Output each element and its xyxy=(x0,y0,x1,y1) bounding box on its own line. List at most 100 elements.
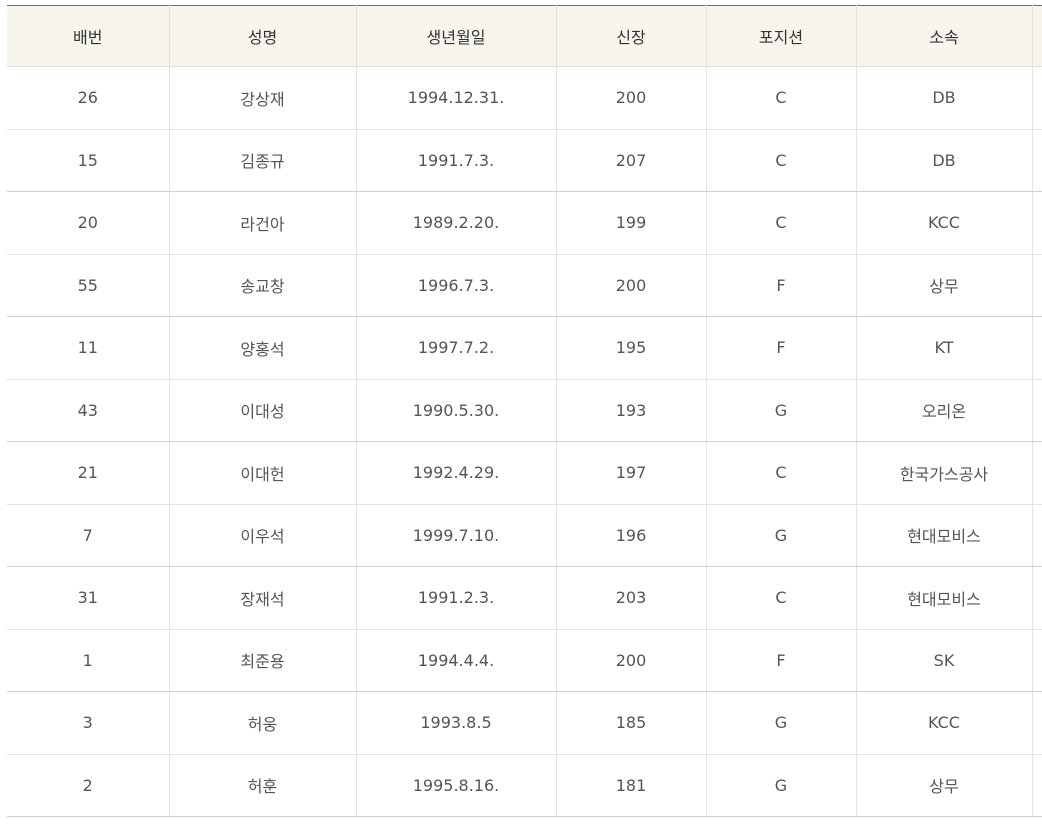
cell-filler xyxy=(1032,191,1042,255)
cell-birthdate: 1996.7.3. xyxy=(356,254,557,317)
cell-number: 2 xyxy=(7,754,170,817)
cell-position: C xyxy=(706,191,857,255)
cell-number: 3 xyxy=(7,691,170,755)
cell-name: 이우석 xyxy=(169,504,357,567)
cell-position: G xyxy=(706,691,857,755)
cell-number: 15 xyxy=(7,129,170,192)
cell-height: 185 xyxy=(556,691,707,755)
cell-birthdate: 1994.4.4. xyxy=(356,629,557,692)
cell-team: 오리온 xyxy=(856,379,1033,442)
cell-name: 이대성 xyxy=(169,379,357,442)
roster-table: 배번 성명 생년월일 신장 포지션 소속 26 강상재 1994.12.31. 200… xyxy=(7,5,1042,817)
header-name: 성명 xyxy=(169,5,357,67)
cell-team: 상무 xyxy=(856,254,1033,317)
cell-filler xyxy=(1032,254,1042,317)
cell-name: 허웅 xyxy=(169,691,357,755)
table-row: 7 이우석 1999.7.10. 196 G 현대모비스 xyxy=(7,504,1042,567)
table-row: 11 양홍석 1997.7.2. 195 F KT xyxy=(7,316,1042,380)
cell-number: 11 xyxy=(7,316,170,380)
cell-number: 31 xyxy=(7,566,170,630)
cell-team: SK xyxy=(856,629,1033,692)
table-header: 배번 성명 생년월일 신장 포지션 소속 xyxy=(7,5,1042,67)
cell-team: 한국가스공사 xyxy=(856,441,1033,505)
cell-position: F xyxy=(706,629,857,692)
cell-filler xyxy=(1032,316,1042,380)
cell-birthdate: 1991.2.3. xyxy=(356,566,557,630)
cell-height: 181 xyxy=(556,754,707,817)
cell-filler xyxy=(1032,691,1042,755)
cell-position: G xyxy=(706,754,857,817)
header-filler xyxy=(1032,5,1042,67)
cell-name: 허훈 xyxy=(169,754,357,817)
cell-number: 21 xyxy=(7,441,170,505)
cell-position: C xyxy=(706,129,857,192)
cell-filler xyxy=(1032,379,1042,442)
cell-name: 이대헌 xyxy=(169,441,357,505)
cell-name: 송교창 xyxy=(169,254,357,317)
cell-name: 라건아 xyxy=(169,191,357,255)
cell-height: 200 xyxy=(556,66,707,130)
cell-filler xyxy=(1032,566,1042,630)
cell-height: 195 xyxy=(556,316,707,380)
header-row: 배번 성명 생년월일 신장 포지션 소속 xyxy=(7,5,1042,67)
cell-birthdate: 1992.4.29. xyxy=(356,441,557,505)
cell-filler xyxy=(1032,754,1042,817)
header-number: 배번 xyxy=(7,5,170,67)
cell-birthdate: 1990.5.30. xyxy=(356,379,557,442)
table-row: 15 김종규 1991.7.3. 207 C DB xyxy=(7,129,1042,192)
cell-birthdate: 1991.7.3. xyxy=(356,129,557,192)
cell-filler xyxy=(1032,629,1042,692)
cell-filler xyxy=(1032,441,1042,505)
cell-height: 200 xyxy=(556,629,707,692)
cell-birthdate: 1995.8.16. xyxy=(356,754,557,817)
cell-height: 193 xyxy=(556,379,707,442)
cell-team: KCC xyxy=(856,691,1033,755)
cell-position: F xyxy=(706,254,857,317)
cell-height: 199 xyxy=(556,191,707,255)
table-row: 43 이대성 1990.5.30. 193 G 오리온 xyxy=(7,379,1042,442)
table-row: 26 강상재 1994.12.31. 200 C DB xyxy=(7,66,1042,130)
table-body: 26 강상재 1994.12.31. 200 C DB 15 김종규 1991.7.3. 207 C… xyxy=(7,66,1042,817)
cell-name: 김종규 xyxy=(169,129,357,192)
cell-birthdate: 1994.12.31. xyxy=(356,66,557,130)
cell-filler xyxy=(1032,66,1042,130)
cell-team: DB xyxy=(856,66,1033,130)
cell-filler xyxy=(1032,129,1042,192)
cell-number: 7 xyxy=(7,504,170,567)
cell-number: 1 xyxy=(7,629,170,692)
roster-table-container: 배번 성명 생년월일 신장 포지션 소속 26 강상재 1994.12.31. 200… xyxy=(7,5,1042,817)
cell-position: C xyxy=(706,441,857,505)
table-row: 55 송교창 1996.7.3. 200 F 상무 xyxy=(7,254,1042,317)
cell-birthdate: 1999.7.10. xyxy=(356,504,557,567)
cell-number: 43 xyxy=(7,379,170,442)
table-row: 3 허웅 1993.8.5 185 G KCC xyxy=(7,691,1042,755)
cell-birthdate: 1993.8.5 xyxy=(356,691,557,755)
cell-team: KCC xyxy=(856,191,1033,255)
cell-birthdate: 1997.7.2. xyxy=(356,316,557,380)
cell-filler xyxy=(1032,504,1042,567)
cell-team: 현대모비스 xyxy=(856,504,1033,567)
cell-name: 최준용 xyxy=(169,629,357,692)
header-birthdate: 생년월일 xyxy=(356,5,557,67)
cell-height: 197 xyxy=(556,441,707,505)
cell-name: 강상재 xyxy=(169,66,357,130)
cell-number: 55 xyxy=(7,254,170,317)
cell-height: 200 xyxy=(556,254,707,317)
cell-position: G xyxy=(706,379,857,442)
cell-team: DB xyxy=(856,129,1033,192)
cell-height: 203 xyxy=(556,566,707,630)
header-height: 신장 xyxy=(556,5,707,67)
header-team: 소속 xyxy=(856,5,1033,67)
table-row: 31 장재석 1991.2.3. 203 C 현대모비스 xyxy=(7,566,1042,630)
table-row: 2 허훈 1995.8.16. 181 G 상무 xyxy=(7,754,1042,817)
table-row: 20 라건아 1989.2.20. 199 C KCC xyxy=(7,191,1042,255)
cell-team: 현대모비스 xyxy=(856,566,1033,630)
cell-team: KT xyxy=(856,316,1033,380)
cell-position: C xyxy=(706,66,857,130)
header-position: 포지션 xyxy=(706,5,857,67)
cell-birthdate: 1989.2.20. xyxy=(356,191,557,255)
cell-team: 상무 xyxy=(856,754,1033,817)
table-row: 1 최준용 1994.4.4. 200 F SK xyxy=(7,629,1042,692)
table-row: 21 이대헌 1992.4.29. 197 C 한국가스공사 xyxy=(7,441,1042,505)
cell-position: G xyxy=(706,504,857,567)
